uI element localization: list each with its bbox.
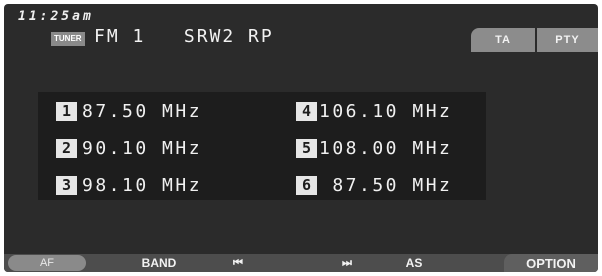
option-button[interactable]: OPTION — [504, 254, 598, 272]
preset-item[interactable]: 6 87.50 MHz — [296, 172, 452, 198]
ta-button[interactable]: TA — [471, 28, 535, 52]
preset-number: 5 — [296, 138, 317, 158]
preset-frequency: 87.50 MHz — [319, 174, 453, 196]
af-button[interactable]: AF — [8, 255, 86, 271]
clock: 11:25am — [18, 9, 94, 24]
preset-item[interactable]: 3 98.10 MHz — [56, 172, 202, 198]
preset-item[interactable]: 5 108.00 MHz — [296, 135, 452, 161]
bottom-toolbar: AF BAND ⏮ ⏭ AS OPTION — [4, 254, 598, 272]
station-info: FM 1 SRW2 RP — [94, 26, 274, 47]
preset-item[interactable]: 4 106.10 MHz — [296, 98, 452, 124]
seek-previous-icon[interactable]: ⏮ — [222, 254, 252, 272]
preset-item[interactable]: 1 87.50 MHz — [56, 98, 202, 124]
preset-item[interactable]: 2 90.10 MHz — [56, 135, 202, 161]
source-badge: TUNER — [51, 32, 85, 46]
radio-screen: 11:25am TUNER FM 1 SRW2 RP TA PTY 1 87.5… — [4, 4, 598, 272]
preset-frequency: 106.10 MHz — [319, 100, 453, 122]
seek-next-icon[interactable]: ⏭ — [331, 254, 361, 272]
preset-number: 6 — [296, 175, 317, 195]
preset-list: 1 87.50 MHz 2 90.10 MHz 3 98.10 MHz 4 10… — [38, 92, 486, 200]
preset-number: 2 — [56, 138, 77, 158]
auto-store-button[interactable]: AS — [389, 254, 439, 272]
preset-frequency: 98.10 MHz — [82, 174, 203, 196]
preset-number: 3 — [56, 175, 77, 195]
preset-frequency: 87.50 MHz — [82, 100, 203, 122]
preset-frequency: 90.10 MHz — [82, 137, 203, 159]
band-button[interactable]: BAND — [124, 254, 194, 272]
pty-button[interactable]: PTY — [537, 28, 598, 52]
preset-frequency: 108.00 MHz — [319, 137, 453, 159]
preset-number: 4 — [296, 101, 317, 121]
preset-number: 1 — [56, 101, 77, 121]
